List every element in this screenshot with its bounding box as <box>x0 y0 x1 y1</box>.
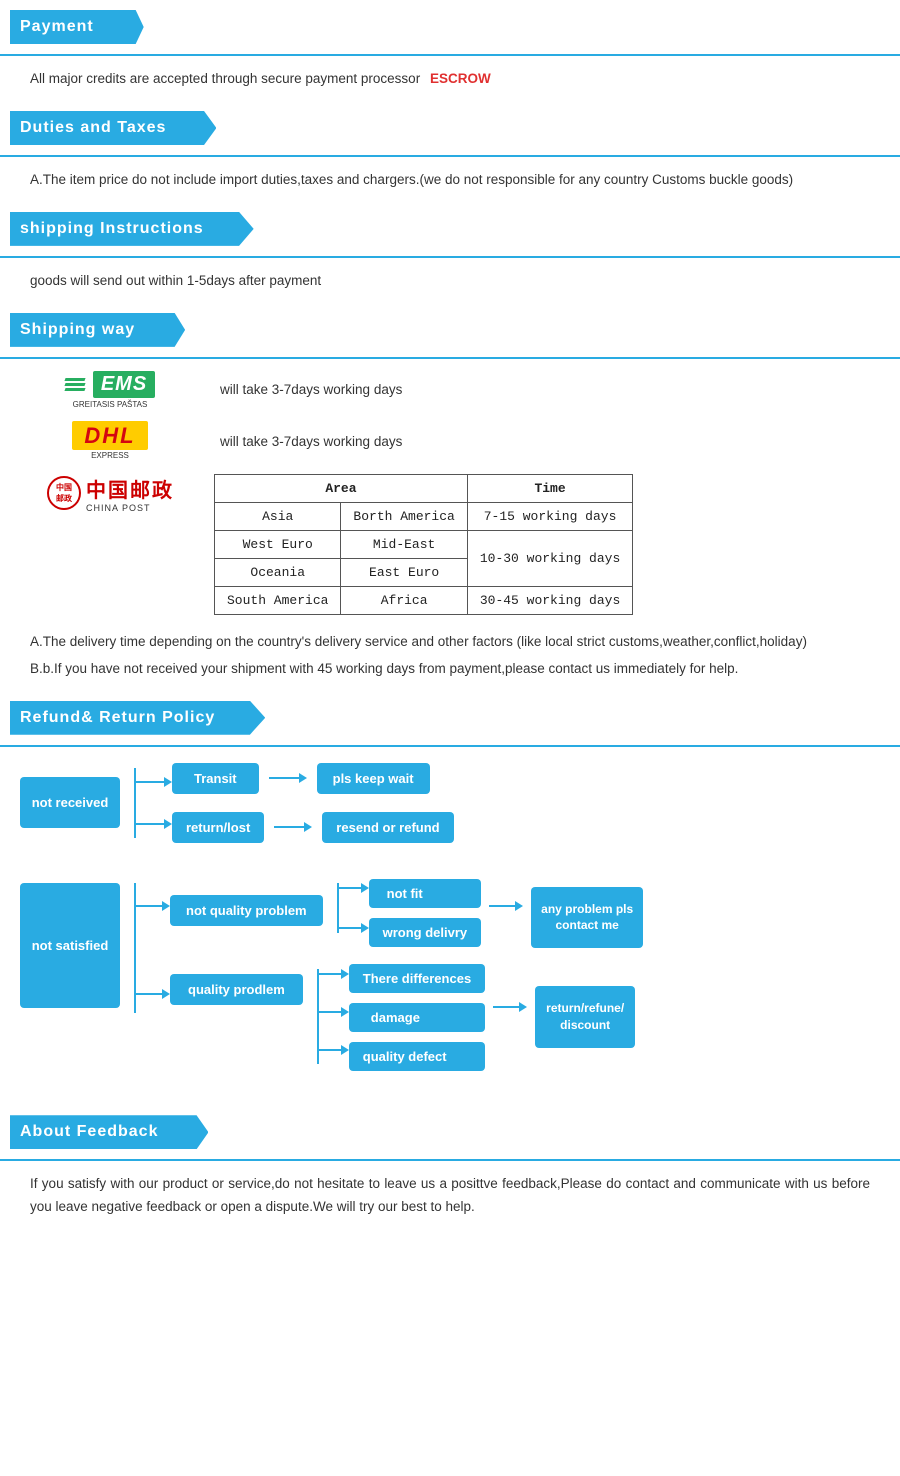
damage-branch <box>303 1007 349 1017</box>
arrow-return-refune <box>493 1002 527 1012</box>
refund-section: Refund& Return Policy not received <box>0 697 900 1112</box>
duties-section: Duties and Taxes A.The item price do not… <box>0 107 900 208</box>
feedback-section: About Feedback If you satisfy with our p… <box>0 1111 900 1243</box>
not-received-box: not received <box>20 777 120 828</box>
resend-or-refund-box: resend or refund <box>322 812 453 843</box>
ems-sub-text: GREITASIS PAŠTAS <box>73 400 148 409</box>
table-cell: East Euro <box>341 558 467 586</box>
svg-text:邮政: 邮政 <box>56 493 72 503</box>
there-diff-branch <box>303 969 349 979</box>
quality-prodlem-box: quality prodlem <box>170 974 303 1005</box>
ems-logo-wrapper: EMS GREITASIS PAŠTAS <box>30 371 190 409</box>
qp-branch <box>120 989 170 999</box>
shipping-table: Area Time Asia Borth America 7-15 workin… <box>214 474 633 615</box>
qp-section: quality prodlem <box>170 964 643 1071</box>
qp-results: There differences damage quality defect <box>349 964 485 1071</box>
not-satisfied-block: not satisfied not quali <box>20 873 880 1072</box>
shipping-way-header: Shipping way <box>20 321 135 339</box>
arrow-1 <box>269 773 307 783</box>
table-row: Asia Borth America 7-15 working days <box>215 502 633 530</box>
qp-sub-connector <box>303 964 349 1055</box>
table-header-area: Area <box>215 474 468 502</box>
there-differences-box: There differences <box>349 964 485 993</box>
pls-keep-wait-box: pls keep wait <box>317 763 430 794</box>
return-lost-row: return/lost resend or refund <box>172 812 454 843</box>
chinapost-icon: 中国 邮政 <box>46 475 82 511</box>
transit-options: Transit pls keep wait return/lost <box>172 763 454 843</box>
shipping-instructions-section: shipping Instructions goods will send ou… <box>0 208 900 309</box>
quality-options: not quality problem <box>170 873 643 1072</box>
chinapost-label: 中国邮政 <box>86 474 174 503</box>
table-cell: Borth America <box>341 502 467 530</box>
ems-days: will take 3-7days working days <box>220 382 402 397</box>
dhl-sub-text: EXPRESS <box>91 451 129 460</box>
dhl-row: DHL EXPRESS will take 3-7days working da… <box>30 423 870 460</box>
transit-branch <box>120 777 172 787</box>
table-header-time: Time <box>467 474 632 502</box>
feedback-header: About Feedback <box>20 1123 158 1141</box>
table-cell: Oceania <box>215 558 341 586</box>
nqp-sub-connector <box>323 873 369 933</box>
ems-logo: EMS <box>93 371 155 398</box>
feedback-text: If you satisfy with our product or servi… <box>30 1173 870 1219</box>
svg-text:中国: 中国 <box>56 482 72 492</box>
transit-box: Transit <box>172 763 259 794</box>
nqp-branch <box>120 901 170 911</box>
branch-connector <box>120 773 172 833</box>
dhl-days: will take 3-7days working days <box>220 434 402 449</box>
any-problem-box: any problem pls contact me <box>531 887 643 949</box>
shipping-instructions-text: goods will send out within 1-5days after… <box>30 270 870 293</box>
table-cell: Asia <box>215 502 341 530</box>
wrong-delivery-box: wrong delivry <box>369 918 482 947</box>
table-cell: South America <box>215 586 341 614</box>
return-lost-box: return/lost <box>172 812 264 843</box>
not-received-block: not received <box>20 763 880 843</box>
arrow-any-problem <box>489 901 523 911</box>
duties-text: A.The item price do not include import d… <box>30 169 870 192</box>
arrow-2 <box>274 822 312 832</box>
dhl-logo: DHL <box>72 421 147 450</box>
dhl-logo-wrapper: DHL EXPRESS <box>30 423 190 460</box>
table-cell: Mid-East <box>341 530 467 558</box>
refund-header: Refund& Return Policy <box>20 709 215 727</box>
table-cell: West Euro <box>215 530 341 558</box>
shipping-instructions-header: shipping Instructions <box>20 220 204 238</box>
not-satisfied-box: not satisfied <box>20 883 120 1008</box>
payment-section: Payment All major credits are accepted t… <box>0 0 900 107</box>
not-satisfied-connector <box>120 883 170 1017</box>
wrong-delivery-branch <box>323 923 369 933</box>
table-row: South America Africa 30-45 working days <box>215 586 633 614</box>
payment-header: Payment <box>20 18 94 36</box>
chinapost-row: 中国 邮政 中国邮政 CHINA POST Area Time <box>30 474 870 615</box>
nqp-section: not quality problem <box>170 873 643 949</box>
payment-text: All major credits are accepted through s… <box>30 68 870 91</box>
table-cell: 30-45 working days <box>467 586 632 614</box>
damage-box: damage <box>349 1003 485 1032</box>
not-quality-problem-box: not quality problem <box>170 895 323 926</box>
table-cell: Africa <box>341 586 467 614</box>
not-fit-branch <box>323 883 369 893</box>
quality-defect-box: quality defect <box>349 1042 485 1071</box>
chinapost-sub: CHINA POST <box>86 503 174 513</box>
escrow-highlight: ESCROW <box>430 71 491 86</box>
shipping-way-section: Shipping way EMS GREITASIS PAŠTAS will t… <box>0 309 900 697</box>
table-row: West Euro Mid-East 10-30 working days <box>215 530 633 558</box>
nqp-results: not fit wrong delivry <box>369 879 482 947</box>
quality-defect-branch <box>303 1045 349 1055</box>
ems-row: EMS GREITASIS PAŠTAS will take 3-7days w… <box>30 371 870 409</box>
shipping-note-a: A.The delivery time depending on the cou… <box>30 631 870 654</box>
transit-row: Transit pls keep wait <box>172 763 454 794</box>
chinapost-logo-wrapper: 中国 邮政 中国邮政 CHINA POST <box>30 474 190 513</box>
shipping-note-b: B.b.If you have not received your shipme… <box>30 658 870 681</box>
duties-header: Duties and Taxes <box>20 119 166 137</box>
table-cell: 7-15 working days <box>467 502 632 530</box>
return-refune-box: return/refune/ discount <box>535 986 635 1048</box>
return-lost-branch <box>120 819 172 829</box>
not-fit-box: not fit <box>369 879 482 908</box>
table-cell: 10-30 working days <box>467 530 632 586</box>
